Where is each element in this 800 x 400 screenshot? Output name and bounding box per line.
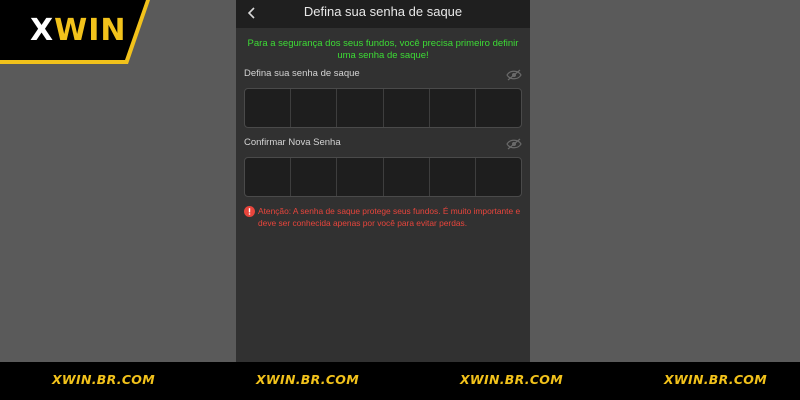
pin-digit-cell[interactable]: [245, 89, 292, 127]
pin-digit-cell[interactable]: [291, 89, 338, 127]
pin-digit-cell[interactable]: [476, 158, 521, 196]
withdraw-password-screen: Defina sua senha de saque Para a seguran…: [236, 0, 530, 362]
pin-digit-cell[interactable]: [245, 158, 292, 196]
footer-domain: XWIN.BR.COM: [460, 372, 563, 387]
security-notice: Para a segurança dos seus fundos, você p…: [247, 38, 519, 61]
page-title: Defina sua senha de saque: [303, 4, 463, 19]
screen-header: Defina sua senha de saque: [236, 0, 530, 28]
logo-text-win: WIN: [54, 13, 127, 48]
password-field-label: Defina sua senha de saque: [244, 68, 360, 79]
pin-digit-cell[interactable]: [476, 89, 521, 127]
eye-off-icon[interactable]: [506, 137, 522, 150]
brand-logo: XWIN: [0, 0, 150, 64]
password-pin-input[interactable]: [244, 88, 522, 128]
footer-domain: XWIN.BR.COM: [52, 372, 155, 387]
pin-digit-cell[interactable]: [291, 158, 338, 196]
confirm-password-label: Confirmar Nova Senha: [244, 137, 341, 148]
pin-digit-cell[interactable]: [430, 89, 476, 127]
footer-banner: XWIN.BR.COM XWIN.BR.COM XWIN.BR.COM XWIN…: [0, 362, 800, 400]
pin-digit-cell[interactable]: [337, 89, 384, 127]
logo-text: XWIN: [30, 12, 127, 50]
pin-digit-cell[interactable]: [384, 158, 430, 196]
pin-digit-cell[interactable]: [337, 158, 384, 196]
pin-digit-cell[interactable]: [430, 158, 476, 196]
pin-digit-cell[interactable]: [384, 89, 430, 127]
alert-circle-icon: [244, 204, 255, 217]
confirm-pin-input[interactable]: [244, 157, 522, 197]
eye-off-icon[interactable]: [506, 68, 522, 81]
footer-domain: XWIN.BR.COM: [256, 372, 359, 387]
warning-text: Atenção: A senha de saque protege seus f…: [258, 206, 521, 228]
logo-text-x: X: [30, 13, 55, 48]
footer-domain: XWIN.BR.COM: [664, 372, 767, 387]
